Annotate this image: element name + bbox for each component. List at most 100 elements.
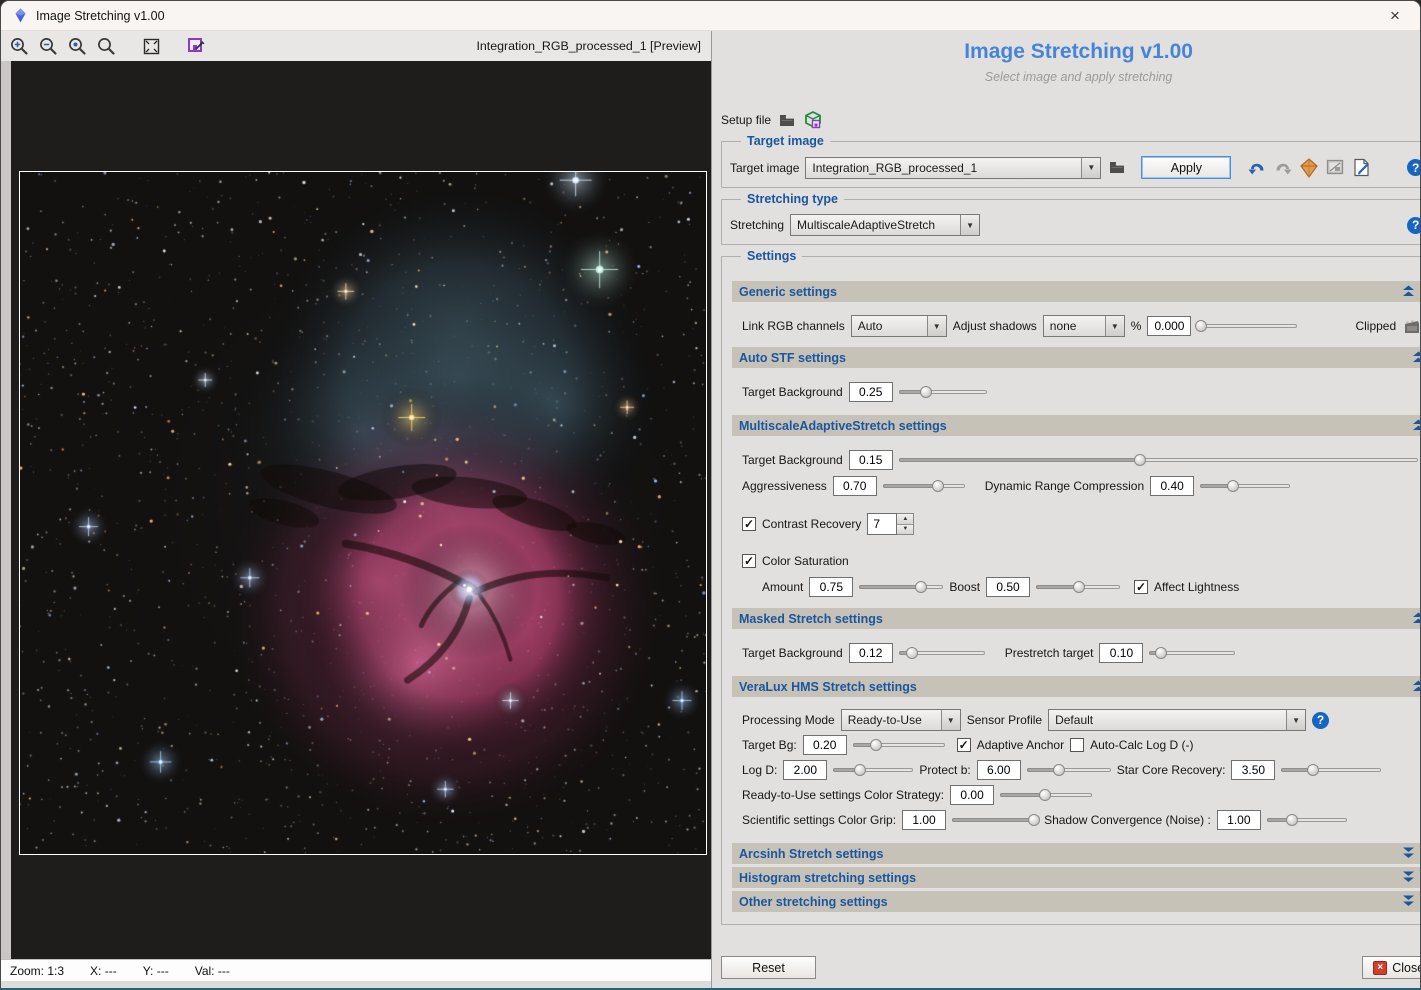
shadow-conv-slider[interactable] <box>1267 813 1347 827</box>
color-strategy-slider[interactable] <box>1000 788 1092 802</box>
amount-input[interactable] <box>809 577 853 597</box>
stretching-type-select[interactable]: MultiscaleAdaptiveStretch ▼ <box>790 214 980 236</box>
shadows-percent-input[interactable] <box>1147 316 1191 336</box>
status-y: Y: --- <box>143 964 169 978</box>
mas-target-bg-slider[interactable] <box>899 453 1418 467</box>
adjust-shadows-value: none <box>1050 319 1105 333</box>
new-instance-diamond-icon[interactable] <box>1299 158 1319 178</box>
close-button-label: Close <box>1392 961 1421 975</box>
boost-slider[interactable] <box>1036 580 1120 594</box>
other-header[interactable]: Other stretching settings <box>732 891 1421 912</box>
close-button[interactable]: × Close <box>1362 956 1421 979</box>
collapse-up-icon[interactable] <box>1412 680 1421 693</box>
collapse-down-icon[interactable] <box>1402 847 1415 860</box>
log-d-slider[interactable] <box>833 763 913 777</box>
clipped-preview-icon[interactable] <box>1402 316 1421 336</box>
contrast-recovery-stepper[interactable]: ▲ ▼ <box>867 513 914 535</box>
collapse-down-icon[interactable] <box>1402 895 1415 908</box>
fit-view-icon[interactable] <box>141 36 161 56</box>
zoom-fit-icon[interactable] <box>96 36 116 56</box>
prestretch-input[interactable] <box>1099 643 1143 663</box>
star-core-slider[interactable] <box>1281 763 1381 777</box>
contrast-recovery-input[interactable] <box>867 513 897 535</box>
title-bar: Image Stretching v1.00 × <box>1 1 1420 31</box>
log-d-input[interactable] <box>783 760 827 780</box>
edit-script-icon[interactable] <box>1351 158 1371 178</box>
histogram-header[interactable]: Histogram stretching settings <box>732 867 1421 888</box>
masked-target-bg-slider[interactable] <box>899 646 985 660</box>
spin-down-icon[interactable]: ▼ <box>897 525 913 535</box>
generic-settings-header[interactable]: Generic settings <box>732 281 1421 302</box>
veralux-target-bg-slider[interactable] <box>853 738 945 752</box>
generic-settings-title: Generic settings <box>739 285 837 299</box>
browse-image-folder-icon[interactable] <box>1107 158 1127 178</box>
new-preview-edit-icon[interactable] <box>186 36 206 56</box>
shadows-percent-slider[interactable] <box>1197 319 1297 333</box>
collapse-up-icon[interactable] <box>1402 285 1415 298</box>
affect-lightness-checkbox[interactable]: ✓ <box>1134 580 1148 594</box>
color-strategy-input[interactable] <box>950 785 994 805</box>
sensor-profile-select[interactable]: Default ▼ <box>1048 709 1306 731</box>
contrast-recovery-checkbox[interactable]: ✓ <box>742 517 756 531</box>
undo-icon[interactable] <box>1247 158 1267 178</box>
redo-icon[interactable] <box>1273 158 1293 178</box>
veralux-help-icon[interactable]: ? <box>1312 712 1329 729</box>
collapse-up-icon[interactable] <box>1412 419 1421 432</box>
target-image-help-icon[interactable]: ? <box>1407 159 1421 176</box>
veralux-header[interactable]: VeraLux HMS Stretch settings <box>732 676 1421 697</box>
clipped-label: Clipped <box>1355 319 1396 333</box>
nebula-image[interactable] <box>19 171 707 855</box>
reset-button[interactable]: Reset <box>721 956 816 979</box>
autocalc-logd-checkbox[interactable] <box>1070 738 1084 752</box>
drc-slider[interactable] <box>1200 479 1290 493</box>
stf-target-bg-slider[interactable] <box>899 385 987 399</box>
apply-button[interactable]: Apply <box>1141 156 1231 179</box>
stf-target-bg-input[interactable] <box>849 382 893 402</box>
amount-label: Amount <box>762 580 803 594</box>
protect-b-slider[interactable] <box>1027 763 1111 777</box>
preview-canvas-area[interactable] <box>1 61 711 959</box>
shadow-conv-label: Shadow Convergence (Noise) : <box>1044 813 1211 827</box>
collapse-up-icon[interactable] <box>1412 612 1421 625</box>
zoom-out-icon[interactable] <box>38 36 58 56</box>
amount-slider[interactable] <box>859 580 943 594</box>
masked-target-bg-input[interactable] <box>849 643 893 663</box>
arcsinh-header[interactable]: Arcsinh Stretch settings <box>732 843 1421 864</box>
shadow-conv-input[interactable] <box>1217 810 1261 830</box>
mas-header[interactable]: MultiscaleAdaptiveStretch settings <box>732 415 1421 436</box>
veralux-target-bg-input[interactable] <box>803 735 847 755</box>
zoom-in-icon[interactable] <box>9 36 29 56</box>
bottom-strip <box>1 981 711 988</box>
color-grip-slider[interactable] <box>952 813 1038 827</box>
star-core-input[interactable] <box>1231 760 1275 780</box>
masked-stretch-header[interactable]: Masked Stretch settings <box>732 608 1421 629</box>
boost-input[interactable] <box>986 577 1030 597</box>
processing-mode-value: Ready-to-Use <box>848 713 941 727</box>
window-close-button[interactable]: × <box>1382 6 1408 26</box>
target-image-select[interactable]: Integration_RGB_processed_1 ▼ <box>805 157 1101 179</box>
processing-mode-label: Processing Mode <box>742 713 835 727</box>
collapse-up-icon[interactable] <box>1412 351 1421 364</box>
setup-file-save-package-icon[interactable] <box>803 110 823 130</box>
adjust-shadows-select[interactable]: none ▼ <box>1043 315 1125 337</box>
protect-b-input[interactable] <box>977 760 1021 780</box>
adaptive-anchor-checkbox[interactable]: ✓ <box>957 738 971 752</box>
spin-up-icon[interactable]: ▲ <box>897 514 913 525</box>
prestretch-slider[interactable] <box>1149 646 1235 660</box>
collapse-down-icon[interactable] <box>1402 871 1415 884</box>
mas-target-bg-input[interactable] <box>849 450 893 470</box>
stretching-type-help-icon[interactable]: ? <box>1407 217 1421 234</box>
autocalc-logd-label: Auto-Calc Log D (-) <box>1090 738 1193 752</box>
setup-file-open-folder-icon[interactable] <box>777 110 797 130</box>
link-rgb-select[interactable]: Auto ▼ <box>851 315 947 337</box>
preview-toolbar: Integration_RGB_processed_1 [Preview] <box>1 31 711 61</box>
processing-mode-select[interactable]: Ready-to-Use ▼ <box>841 709 961 731</box>
aggressiveness-input[interactable] <box>833 476 877 496</box>
color-saturation-checkbox[interactable]: ✓ <box>742 554 756 568</box>
canvas-background <box>11 61 711 959</box>
aggressiveness-slider[interactable] <box>883 479 965 493</box>
color-grip-input[interactable] <box>902 810 946 830</box>
zoom-1to1-icon[interactable] <box>67 36 87 56</box>
auto-stf-header[interactable]: Auto STF settings <box>732 347 1421 368</box>
drc-input[interactable] <box>1150 476 1194 496</box>
